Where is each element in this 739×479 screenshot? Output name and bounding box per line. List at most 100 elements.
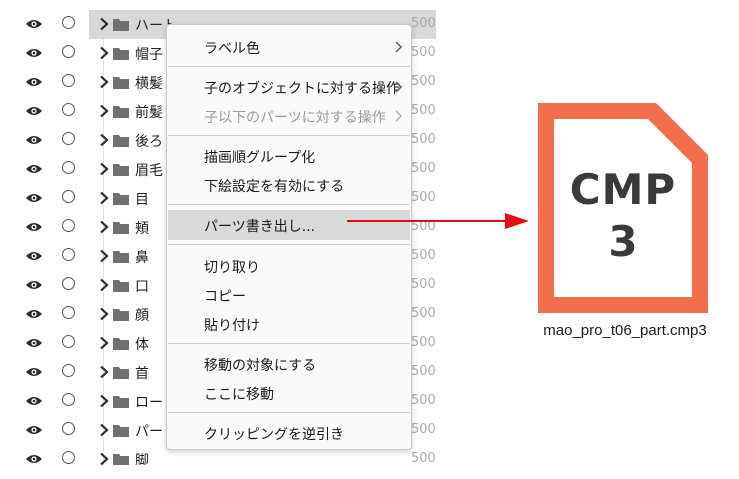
chevron-right-icon[interactable] <box>99 17 109 31</box>
chevron-right-icon[interactable] <box>99 452 109 465</box>
eye-icon[interactable] <box>25 308 43 320</box>
eye-icon[interactable] <box>25 105 43 117</box>
eye-icon[interactable] <box>25 279 43 291</box>
menu-item-label: クリッピングを逆引き <box>204 427 344 443</box>
menu-item-label-color[interactable]: ラベル色 <box>168 32 410 62</box>
layer-name: 前髪 <box>135 105 163 121</box>
menu-item-draw-order-group[interactable]: 描画順グループ化 <box>168 141 410 171</box>
chevron-right-icon[interactable] <box>99 75 109 89</box>
eye-icon[interactable] <box>25 366 43 378</box>
select-circle-icon[interactable] <box>62 393 75 406</box>
folder-icon <box>113 164 129 176</box>
folder-icon <box>113 77 129 89</box>
menu-separator <box>168 412 410 413</box>
folder-icon <box>113 48 129 60</box>
folder-icon <box>113 454 129 465</box>
menu-item-label: ラベル色 <box>204 41 260 57</box>
eye-icon[interactable] <box>25 250 43 262</box>
menu-item-set-move-target[interactable]: 移動の対象にする <box>168 349 410 379</box>
select-circle-icon[interactable] <box>62 248 75 261</box>
layer-opacity: 500 <box>411 277 436 292</box>
cmp3-file-icon: CMP 3 <box>538 103 708 313</box>
menu-item-child-object-ops[interactable]: 子のオブジェクトに対する操作 <box>168 72 410 102</box>
select-circle-icon[interactable] <box>62 74 75 87</box>
eye-icon[interactable] <box>25 395 43 407</box>
chevron-right-icon[interactable] <box>99 249 109 263</box>
menu-item-reverse-clipping-lookup[interactable]: クリッピングを逆引き <box>168 418 410 448</box>
chevron-right-icon[interactable] <box>99 336 109 350</box>
chevron-right-icon[interactable] <box>99 162 109 176</box>
chevron-right-icon[interactable] <box>99 46 109 60</box>
eye-icon[interactable] <box>25 163 43 175</box>
eye-icon[interactable] <box>25 337 43 349</box>
file-icon-version: 3 <box>608 217 638 266</box>
menu-item-paste[interactable]: 貼り付け <box>168 309 410 339</box>
menu-item-label: 下絵設定を有効にする <box>204 179 345 195</box>
folder-icon <box>113 309 129 321</box>
select-circle-icon[interactable] <box>62 103 75 116</box>
select-circle-icon[interactable] <box>62 132 75 145</box>
eye-icon[interactable] <box>25 134 43 146</box>
chevron-right-icon[interactable] <box>99 278 109 292</box>
layer-name: 首 <box>135 366 149 382</box>
eye-icon[interactable] <box>25 192 43 204</box>
select-circle-icon[interactable] <box>62 364 75 377</box>
select-circle-icon[interactable] <box>62 335 75 348</box>
layer-opacity: 500 <box>411 306 436 321</box>
folder-icon <box>113 338 129 350</box>
menu-item-label: パーツ書き出し... <box>204 219 316 235</box>
chevron-right-icon <box>395 110 402 122</box>
layer-opacity: 500 <box>411 103 436 118</box>
eye-icon[interactable] <box>25 453 43 465</box>
layer-name: 顔 <box>135 308 149 324</box>
chevron-right-icon[interactable] <box>99 133 109 147</box>
layer-opacity: 500 <box>411 16 436 31</box>
layer-name: パー <box>135 424 163 440</box>
menu-separator <box>168 135 410 136</box>
eye-icon[interactable] <box>25 221 43 233</box>
menu-separator <box>168 244 410 245</box>
layer-name: 目 <box>135 192 149 208</box>
select-circle-icon[interactable] <box>62 306 75 319</box>
menu-item-move-here[interactable]: ここに移動 <box>168 378 410 408</box>
stage: ハート 500 帽子 500 横髪 500 前髪 500 後ろ 500 眉毛 500 目 500 頬 500 鼻… <box>0 0 739 479</box>
eye-icon[interactable] <box>25 424 43 436</box>
select-circle-icon[interactable] <box>62 277 75 290</box>
menu-item-cut[interactable]: 切り取り <box>168 251 410 281</box>
eye-icon[interactable] <box>25 47 43 59</box>
chevron-right-icon[interactable] <box>99 365 109 379</box>
folder-icon <box>113 280 129 292</box>
layer-opacity: 500 <box>411 190 436 205</box>
eye-icon[interactable] <box>25 18 43 30</box>
folder-icon <box>113 106 129 118</box>
layer-name: 体 <box>135 337 149 353</box>
menu-item-copy[interactable]: コピー <box>168 280 410 310</box>
chevron-right-icon[interactable] <box>99 394 109 408</box>
folder-icon <box>113 135 129 147</box>
layer-opacity: 500 <box>411 132 436 147</box>
chevron-right-icon[interactable] <box>99 191 109 205</box>
folder-icon <box>113 251 129 263</box>
select-circle-icon[interactable] <box>62 45 75 58</box>
layer-name: ロー <box>135 395 163 411</box>
menu-item-label: 子以下のパーツに対する操作 <box>204 110 386 126</box>
eye-icon[interactable] <box>25 76 43 88</box>
layer-name: 眉毛 <box>135 163 163 179</box>
layer-opacity: 500 <box>411 364 436 379</box>
select-circle-icon[interactable] <box>62 16 75 29</box>
chevron-right-icon <box>395 41 402 53</box>
select-circle-icon[interactable] <box>62 451 75 464</box>
layer-name: 口 <box>135 279 149 295</box>
select-circle-icon[interactable] <box>62 422 75 435</box>
chevron-right-icon[interactable] <box>99 104 109 118</box>
select-circle-icon[interactable] <box>62 219 75 232</box>
chevron-right-icon[interactable] <box>99 220 109 234</box>
chevron-right-icon[interactable] <box>99 423 109 437</box>
chevron-right-icon[interactable] <box>99 307 109 321</box>
layer-name: 帽子 <box>135 47 163 63</box>
select-circle-icon[interactable] <box>62 190 75 203</box>
menu-item-enable-sketch[interactable]: 下絵設定を有効にする <box>168 170 410 200</box>
menu-item-label: コピー <box>204 289 246 305</box>
select-circle-icon[interactable] <box>62 161 75 174</box>
layer-opacity: 500 <box>411 161 436 176</box>
